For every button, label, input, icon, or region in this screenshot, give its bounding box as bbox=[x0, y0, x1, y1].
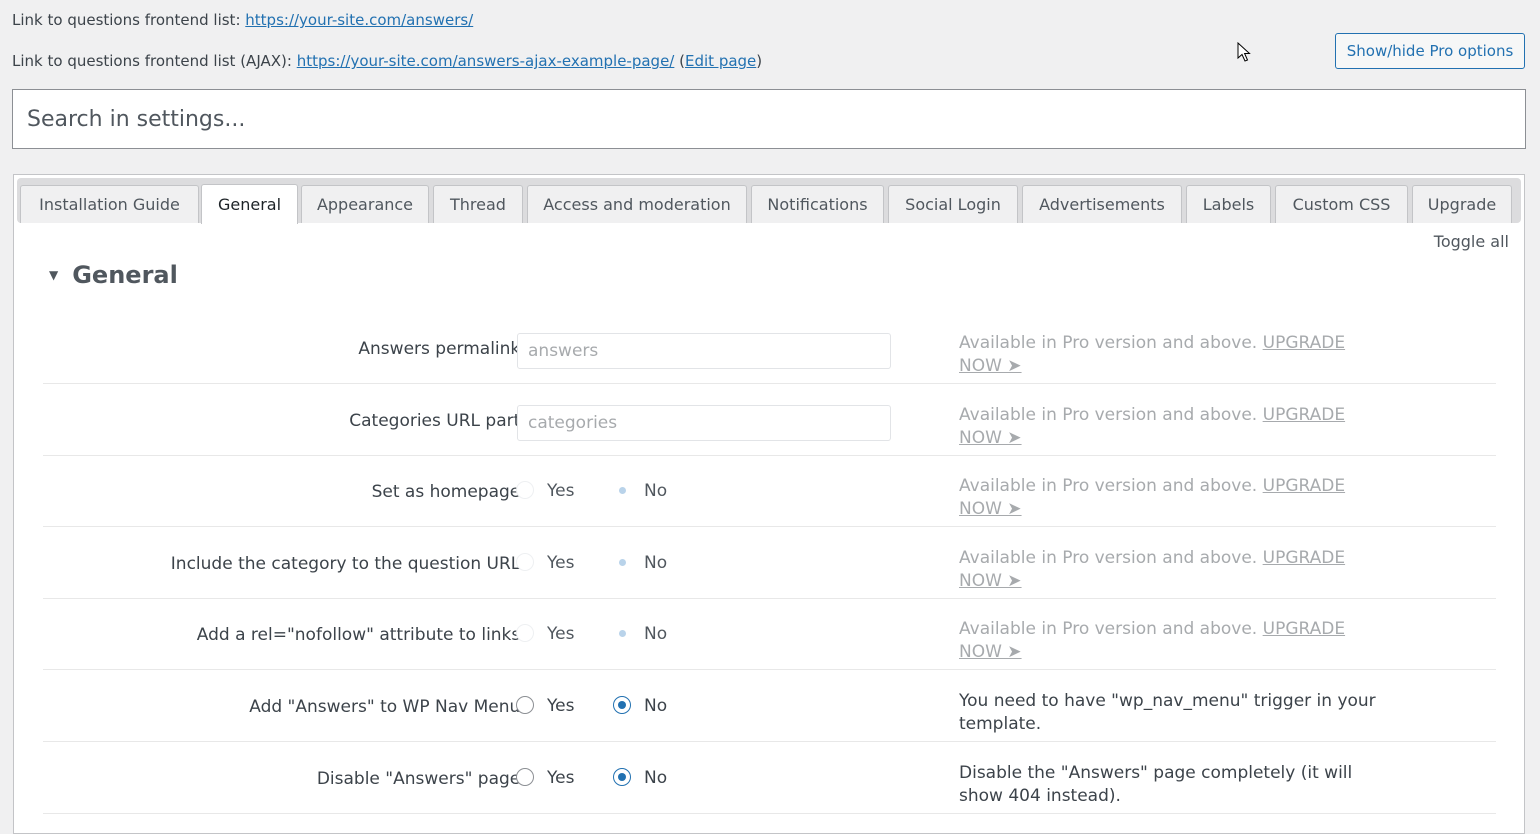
collapse-triangle-icon: ▼ bbox=[49, 268, 59, 282]
pro-note: Available in Pro version and above. UPGR… bbox=[959, 404, 1379, 450]
radio-group: Yes No bbox=[516, 624, 816, 648]
disable-page-yes-radio[interactable] bbox=[516, 768, 534, 786]
nav-menu-yes-radio[interactable] bbox=[516, 696, 534, 714]
upgrade-link-part2: NOW ➤ bbox=[959, 428, 1022, 448]
upgrade-link-part2: NOW ➤ bbox=[959, 642, 1022, 662]
upgrade-link-part1: UPGRADE bbox=[1262, 476, 1346, 496]
include-category-no-radio[interactable] bbox=[613, 553, 631, 571]
settings-panel: Installation Guide General Appearance Th… bbox=[13, 174, 1525, 834]
toggle-all-button[interactable]: Toggle all bbox=[1434, 232, 1509, 251]
tab-thread[interactable]: Thread bbox=[433, 185, 523, 223]
mouse-cursor-icon bbox=[1237, 42, 1251, 62]
tab-notifications[interactable]: Notifications bbox=[751, 185, 884, 223]
categories-url-part-input[interactable]: categories bbox=[517, 405, 891, 441]
no-label: No bbox=[644, 624, 668, 644]
answers-permalink-input[interactable]: answers bbox=[517, 333, 891, 369]
nav-menu-no-radio[interactable] bbox=[613, 696, 631, 714]
yes-label: Yes bbox=[547, 624, 575, 644]
setting-label: Include the category to the question URL… bbox=[170, 554, 526, 574]
setting-label: Disable "Answers" page: bbox=[316, 769, 526, 789]
radio-group: Yes No bbox=[516, 481, 816, 505]
setting-description: You need to have "wp_nav_menu" trigger i… bbox=[959, 691, 1376, 734]
upgrade-link-part2: NOW ➤ bbox=[959, 499, 1022, 519]
setting-label: Add a rel="nofollow" attribute to links: bbox=[196, 625, 526, 645]
pro-note-text: Available in Pro version and above. bbox=[959, 548, 1258, 568]
show-hide-pro-options-button[interactable]: Show/hide Pro options bbox=[1335, 33, 1525, 69]
yes-label: Yes bbox=[547, 553, 575, 573]
setting-row-set-as-homepage: Set as homepage: Yes No Available in Pro… bbox=[43, 455, 1496, 527]
upgrade-link-part1: UPGRADE bbox=[1262, 333, 1346, 353]
settings-search-input[interactable]: Search in settings... bbox=[12, 89, 1526, 149]
upgrade-link-part2: NOW ➤ bbox=[959, 571, 1022, 591]
setting-description: Disable the "Answers" page completely (i… bbox=[959, 763, 1353, 806]
frontend-list-label: Link to questions frontend list: bbox=[12, 11, 241, 29]
yes-label: Yes bbox=[547, 768, 575, 788]
setting-row-categories-url-part: Categories URL part: categories Availabl… bbox=[43, 384, 1496, 456]
tab-access-and-moderation[interactable]: Access and moderation bbox=[527, 185, 747, 223]
setting-row-wp-nav-menu: Add "Answers" to WP Nav Menu: Yes No You… bbox=[43, 670, 1496, 742]
yes-label: Yes bbox=[547, 696, 575, 716]
homepage-no-radio[interactable] bbox=[613, 481, 631, 499]
setting-row-nofollow: Add a rel="nofollow" attribute to links:… bbox=[43, 598, 1496, 670]
tab-upgrade[interactable]: Upgrade bbox=[1412, 185, 1512, 223]
no-label: No bbox=[644, 696, 668, 716]
radio-group: Yes No bbox=[516, 553, 816, 577]
setting-label: Add "Answers" to WP Nav Menu: bbox=[249, 697, 526, 717]
upgrade-link-part1: UPGRADE bbox=[1262, 619, 1346, 639]
frontend-list-line: Link to questions frontend list: https:/… bbox=[12, 11, 473, 29]
setting-label: Categories URL part: bbox=[349, 411, 526, 431]
nofollow-no-radio[interactable] bbox=[613, 624, 631, 642]
frontend-ajax-link[interactable]: https://your-site.com/answers-ajax-examp… bbox=[297, 52, 675, 70]
tab-social-login[interactable]: Social Login bbox=[888, 185, 1018, 223]
yes-label: Yes bbox=[547, 481, 575, 501]
section-title: General bbox=[72, 261, 178, 289]
disable-page-no-radio[interactable] bbox=[613, 768, 631, 786]
no-label: No bbox=[644, 481, 668, 501]
pro-note-text: Available in Pro version and above. bbox=[959, 405, 1258, 425]
section-general-toggle[interactable]: ▼ General bbox=[49, 261, 178, 289]
setting-row-disable-answers-page: Disable "Answers" page: Yes No Disable t… bbox=[43, 742, 1496, 814]
upgrade-link-part1: UPGRADE bbox=[1262, 548, 1346, 568]
tab-labels[interactable]: Labels bbox=[1186, 185, 1271, 223]
radio-group: Yes No bbox=[516, 768, 816, 792]
tab-installation-guide[interactable]: Installation Guide bbox=[20, 185, 199, 223]
edit-page-link[interactable]: Edit page bbox=[685, 52, 756, 70]
pro-note: Available in Pro version and above. UPGR… bbox=[959, 618, 1379, 664]
tab-custom-css[interactable]: Custom CSS bbox=[1275, 185, 1408, 223]
homepage-yes-radio[interactable] bbox=[516, 481, 534, 499]
setting-row-answers-permalink: Answers permalink: answers Available in … bbox=[43, 312, 1496, 384]
pro-note: Available in Pro version and above. UPGR… bbox=[959, 475, 1379, 521]
pro-note: Available in Pro version and above. UPGR… bbox=[959, 332, 1379, 378]
frontend-list-link[interactable]: https://your-site.com/answers/ bbox=[245, 11, 473, 29]
tab-general[interactable]: General bbox=[201, 184, 298, 224]
setting-label: Set as homepage: bbox=[371, 482, 526, 502]
tab-advertisements[interactable]: Advertisements bbox=[1022, 185, 1182, 223]
frontend-ajax-line: Link to questions frontend list (AJAX): … bbox=[12, 52, 762, 70]
no-label: No bbox=[644, 553, 668, 573]
pro-note-text: Available in Pro version and above. bbox=[959, 476, 1258, 496]
frontend-ajax-label: Link to questions frontend list (AJAX): bbox=[12, 52, 292, 70]
upgrade-link-part1: UPGRADE bbox=[1262, 405, 1346, 425]
radio-group: Yes No bbox=[516, 696, 816, 720]
settings-tabs: Installation Guide General Appearance Th… bbox=[17, 178, 1521, 224]
setting-row-include-category: Include the category to the question URL… bbox=[43, 527, 1496, 599]
nofollow-yes-radio[interactable] bbox=[516, 624, 534, 642]
pro-note-text: Available in Pro version and above. bbox=[959, 333, 1258, 353]
close-paren: ) bbox=[756, 52, 763, 70]
setting-label: Answers permalink: bbox=[358, 339, 526, 359]
no-label: No bbox=[644, 768, 668, 788]
upgrade-link-part2: NOW ➤ bbox=[959, 356, 1022, 376]
pro-note-text: Available in Pro version and above. bbox=[959, 619, 1258, 639]
tab-appearance[interactable]: Appearance bbox=[301, 185, 429, 223]
pro-note: Available in Pro version and above. UPGR… bbox=[959, 547, 1379, 593]
include-category-yes-radio[interactable] bbox=[516, 553, 534, 571]
